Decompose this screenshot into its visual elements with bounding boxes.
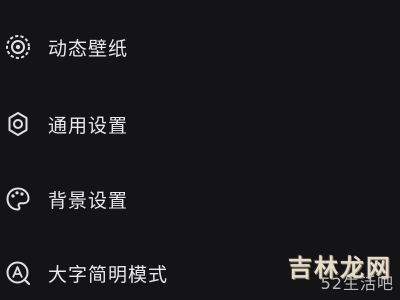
large-font-icon: [4, 259, 32, 287]
watermark-subtitle: 52生活吧: [320, 274, 394, 293]
menu-item-live-wallpaper[interactable]: 动态壁纸: [0, 20, 260, 74]
menu-item-background-settings[interactable]: 背景设置: [0, 172, 260, 226]
menu-item-general-settings[interactable]: 通用设置: [0, 97, 260, 151]
menu-item-label: 动态壁纸: [48, 37, 129, 60]
menu-item-large-font-mode[interactable]: 大字简明模式: [0, 246, 260, 300]
menu-item-label: 背景设置: [48, 189, 129, 212]
watermark: 吉林龙网 52生活吧: [254, 248, 394, 294]
menu-item-label: 通用设置: [48, 114, 129, 137]
gear-icon: [4, 110, 32, 138]
live-wallpaper-icon: [4, 33, 32, 61]
menu-item-label: 大字简明模式: [48, 263, 169, 286]
palette-icon: [4, 185, 32, 213]
